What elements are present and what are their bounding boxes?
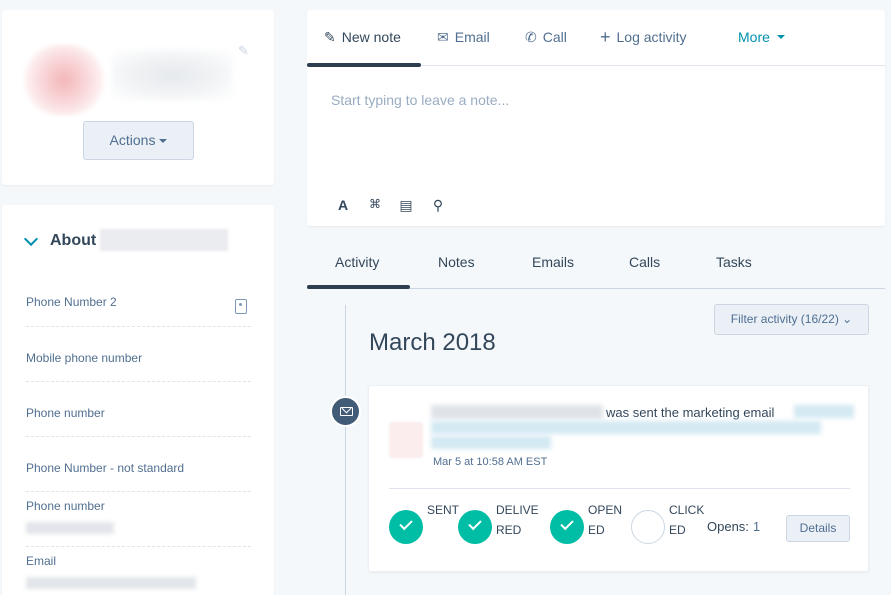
field-phone-number-filled[interactable]: Phone number bbox=[26, 492, 251, 547]
envelope-icon: ✉ bbox=[437, 28, 449, 45]
edit-icon: ✎ bbox=[324, 28, 336, 45]
text-format-icon[interactable]: A bbox=[336, 197, 350, 213]
status-sent: SENT bbox=[389, 503, 463, 544]
opens-count: Opens: 1 bbox=[707, 519, 761, 534]
status-clicked: CLICKED bbox=[631, 503, 705, 544]
about-title: About bbox=[50, 232, 97, 249]
divider bbox=[389, 488, 850, 489]
contact-email-redacted bbox=[431, 405, 603, 419]
tab-email[interactable]: ✉ Email bbox=[437, 26, 490, 48]
check-circle-icon bbox=[458, 510, 492, 544]
envelope-icon bbox=[340, 407, 353, 416]
tab-call[interactable]: ✆ Call bbox=[525, 26, 567, 48]
tab-log-activity[interactable]: + Log activity bbox=[600, 26, 687, 48]
activity-email-card: was sent the marketing email Mar 5 at 10… bbox=[368, 385, 869, 572]
email-link-redacted[interactable] bbox=[431, 421, 821, 434]
field-label: Phone number bbox=[26, 499, 105, 513]
contact-name-redacted bbox=[100, 229, 228, 251]
field-phone-number[interactable]: Phone number bbox=[26, 382, 251, 437]
tab-calls[interactable]: Calls bbox=[629, 254, 660, 270]
month-heading: March 2018 bbox=[369, 329, 496, 356]
plus-icon: + bbox=[600, 26, 611, 47]
field-mobile-phone[interactable]: Mobile phone number bbox=[26, 327, 251, 382]
filter-activity-button[interactable]: Filter activity (16/22) ⌄ bbox=[714, 304, 869, 335]
composer-tabs: ✎ New note ✉ Email ✆ Call + Log activity… bbox=[307, 10, 885, 67]
phone-icon: ✆ bbox=[525, 28, 537, 45]
email-link-redacted[interactable] bbox=[431, 436, 551, 449]
field-value-redacted bbox=[26, 522, 114, 534]
check-circle-icon bbox=[389, 510, 423, 544]
status-delivered: DELIVERED bbox=[458, 503, 540, 544]
field-value-redacted bbox=[26, 577, 196, 589]
contact-card-icon[interactable] bbox=[235, 299, 247, 314]
empty-circle-icon bbox=[631, 510, 665, 544]
tab-new-note[interactable]: ✎ New note bbox=[324, 26, 401, 48]
activity-text: was sent the marketing email bbox=[606, 405, 775, 420]
tab-tasks[interactable]: Tasks bbox=[716, 254, 752, 270]
caret-down-icon bbox=[159, 139, 168, 144]
timeline-line bbox=[345, 305, 346, 595]
field-label: Mobile phone number bbox=[26, 351, 143, 365]
field-label: Phone Number - not standard bbox=[26, 461, 185, 475]
check-circle-icon bbox=[550, 510, 584, 544]
active-tab-indicator bbox=[307, 285, 410, 289]
tab-more[interactable]: More bbox=[738, 26, 785, 48]
field-phone-number-not-standard[interactable]: Phone Number - not standard bbox=[26, 437, 251, 492]
field-phone-number-2[interactable]: Phone Number 2 bbox=[26, 289, 251, 327]
avatar bbox=[389, 422, 423, 458]
avatar bbox=[24, 45, 104, 115]
timeline-tabs: Activity Notes Emails Calls Tasks bbox=[307, 249, 885, 289]
personalize-icon[interactable]: ⌘ bbox=[368, 197, 382, 213]
active-tab-indicator bbox=[307, 63, 421, 67]
caret-down-icon bbox=[776, 35, 785, 39]
snippet-icon[interactable]: ▤ bbox=[399, 197, 413, 213]
timeline-email-marker bbox=[330, 396, 361, 427]
about-card: About Phone Number 2 Mobile phone number… bbox=[2, 205, 274, 595]
field-label: Email bbox=[26, 554, 57, 568]
tab-activity[interactable]: Activity bbox=[335, 254, 379, 270]
email-link-redacted[interactable] bbox=[794, 405, 854, 418]
status-opened: OPENED bbox=[550, 503, 624, 544]
activity-timestamp: Mar 5 at 10:58 AM EST bbox=[433, 456, 548, 468]
chevron-down-icon bbox=[23, 231, 39, 247]
pencil-icon[interactable]: ✎ bbox=[238, 44, 252, 58]
note-composer: ✎ New note ✉ Email ✆ Call + Log activity… bbox=[307, 10, 885, 226]
actions-button[interactable]: Actions bbox=[83, 121, 194, 160]
field-label: Phone number bbox=[26, 406, 105, 420]
tab-notes[interactable]: Notes bbox=[438, 254, 475, 270]
contact-name-redacted bbox=[112, 50, 232, 100]
note-input[interactable] bbox=[331, 88, 861, 112]
field-label: Phone Number 2 bbox=[26, 295, 117, 309]
field-email[interactable]: Email bbox=[26, 547, 251, 595]
attachment-icon[interactable]: ⚲ bbox=[431, 197, 445, 213]
profile-card: ✎ Actions bbox=[2, 10, 274, 185]
tab-emails[interactable]: Emails bbox=[532, 254, 574, 270]
details-button[interactable]: Details bbox=[786, 515, 850, 542]
about-toggle[interactable]: About bbox=[23, 229, 97, 253]
